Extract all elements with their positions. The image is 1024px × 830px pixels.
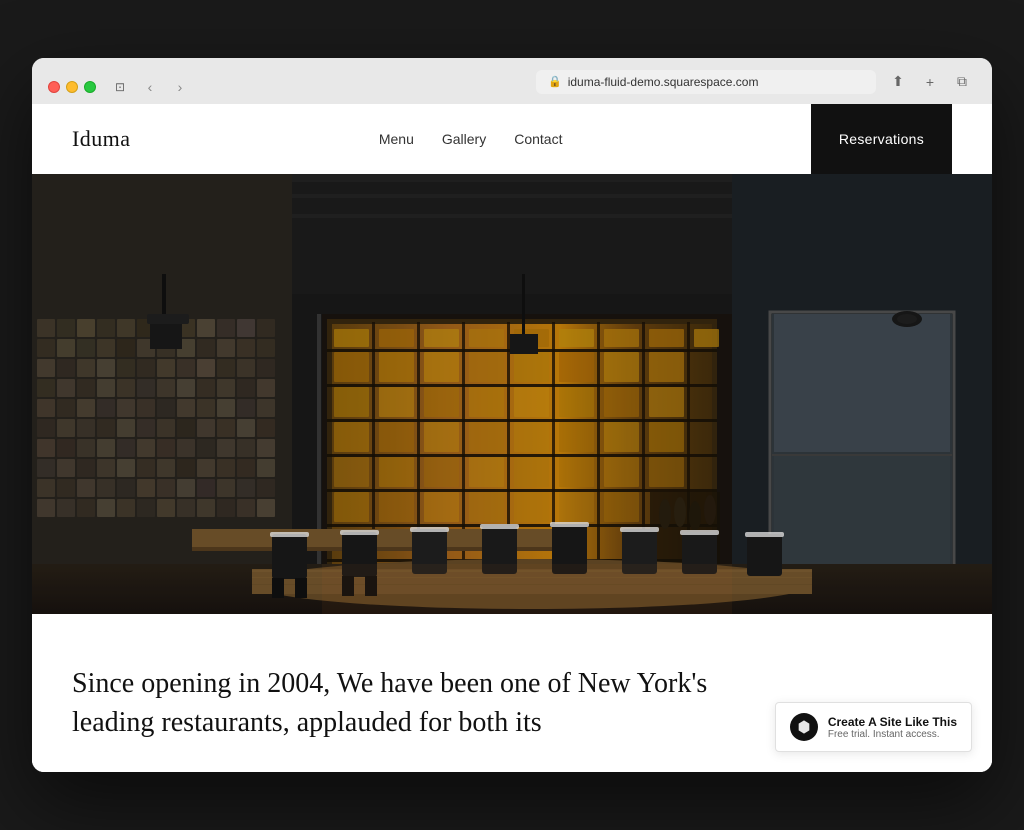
browser-toolbar: 🔒 iduma-fluid-demo.squarespace.com ⬆ + ⧉ [536,70,976,104]
site-logo: Iduma [72,126,130,152]
address-bar-container: 🔒 iduma-fluid-demo.squarespace.com [536,70,876,94]
url-text: iduma-fluid-demo.squarespace.com [568,75,759,89]
browser-window: ⊡ ‹ › 🔒 iduma-fluid-demo.squarespace.com… [32,58,992,772]
nav-menu[interactable]: Menu [379,131,414,147]
new-tab-button[interactable]: + [916,71,944,93]
forward-button[interactable]: › [166,76,194,98]
below-fold: Since opening in 2004, We have been one … [32,614,992,772]
sidebar-toggle-button[interactable]: ⊡ [106,76,134,98]
reservations-button[interactable]: Reservations [811,104,952,174]
nav-contact[interactable]: Contact [514,131,562,147]
traffic-lights [48,81,96,93]
website-content: Iduma Menu Gallery Contact Reservations [32,104,992,772]
share-button[interactable]: ⬆ [884,71,912,93]
maximize-button[interactable] [84,81,96,93]
back-button[interactable]: ‹ [136,76,164,98]
hero-scene [32,174,992,614]
hero-image [32,174,992,614]
nav-gallery[interactable]: Gallery [442,131,486,147]
address-bar[interactable]: 🔒 iduma-fluid-demo.squarespace.com [536,70,876,94]
squarespace-logo [790,713,818,741]
intro-text: Since opening in 2004, We have been one … [72,664,752,742]
minimize-button[interactable] [66,81,78,93]
browser-chrome: ⊡ ‹ › 🔒 iduma-fluid-demo.squarespace.com… [32,58,992,104]
browser-titlebar: ⊡ ‹ › 🔒 iduma-fluid-demo.squarespace.com… [48,70,976,104]
site-header: Iduma Menu Gallery Contact Reservations [32,104,992,174]
lock-icon: 🔒 [548,75,562,88]
close-button[interactable] [48,81,60,93]
browser-actions: ⬆ + ⧉ [884,71,976,93]
window-controls: ⊡ ‹ › [106,76,194,98]
badge-subtitle: Free trial. Instant access. [828,729,957,740]
squarespace-badge[interactable]: Create A Site Like This Free trial. Inst… [775,702,972,752]
site-nav: Menu Gallery Contact [379,131,563,147]
squarespace-badge-text: Create A Site Like This Free trial. Inst… [828,715,957,740]
duplicate-tab-button[interactable]: ⧉ [948,71,976,93]
badge-title: Create A Site Like This [828,715,957,729]
